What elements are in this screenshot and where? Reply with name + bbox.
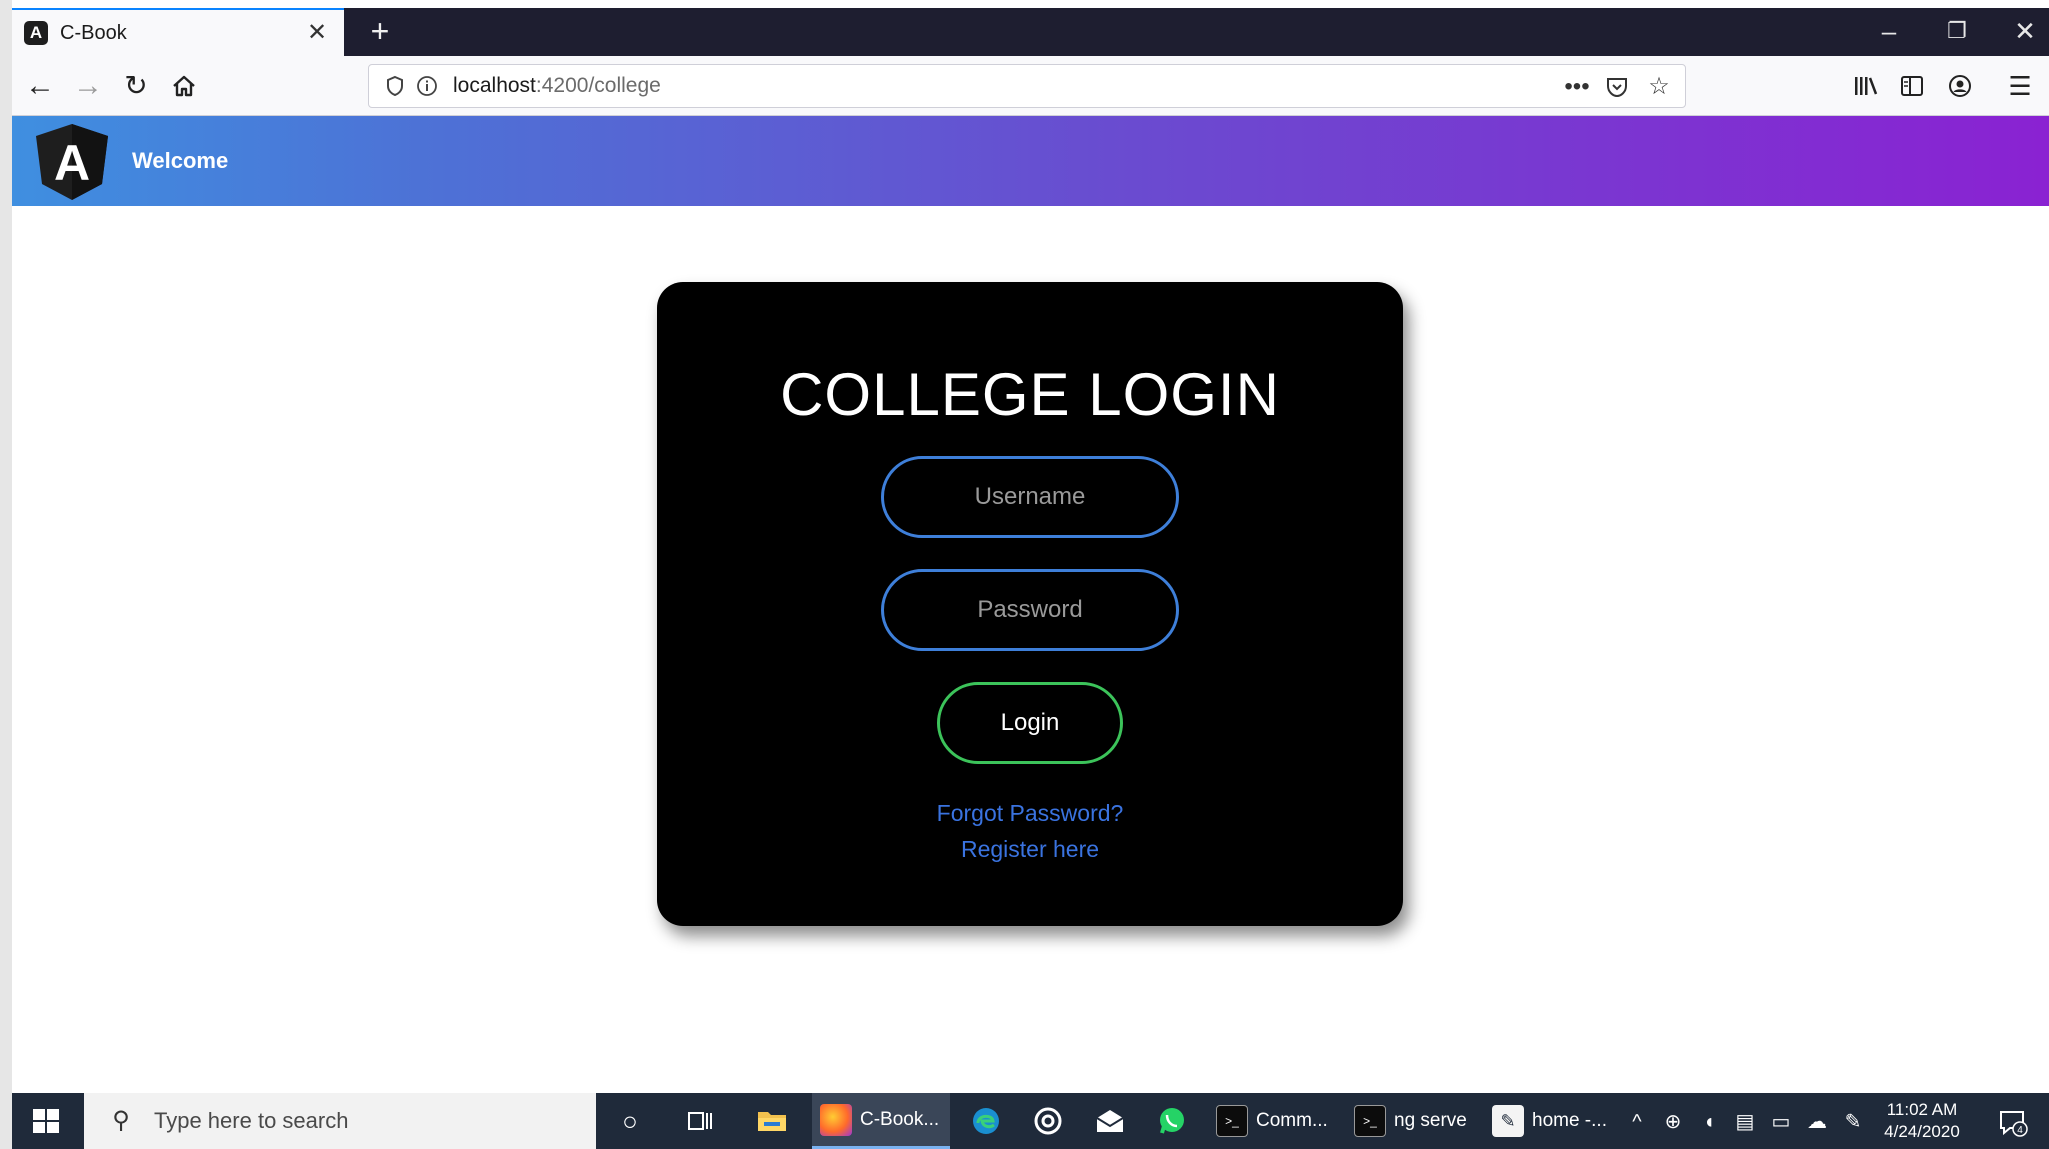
library-icon[interactable] bbox=[1848, 68, 1884, 104]
bookmark-star-icon[interactable]: ☆ bbox=[1643, 71, 1675, 103]
new-tab-icon[interactable]: + bbox=[362, 14, 398, 50]
close-window-icon[interactable]: ✕ bbox=[2005, 14, 2045, 50]
more-actions-icon[interactable]: ••• bbox=[1561, 71, 1593, 103]
firefox-icon bbox=[820, 1103, 852, 1136]
tab-bar: A C-Book ✕ + – ❐ ✕ bbox=[12, 8, 2049, 56]
back-arrow-icon[interactable]: ← bbox=[20, 66, 60, 106]
reload-icon[interactable]: ↻ bbox=[116, 66, 156, 106]
tab-title: C-Book bbox=[60, 21, 127, 44]
taskbar-command-prompt[interactable]: >_ Comm... bbox=[1208, 1093, 1338, 1149]
account-icon[interactable] bbox=[1942, 68, 1978, 104]
taskbar-ng-serve[interactable]: >_ ng serve bbox=[1346, 1093, 1476, 1149]
close-tab-icon[interactable]: ✕ bbox=[304, 20, 330, 46]
windows-taskbar: ⚲ Type here to search ○ C-Book... >_ Com… bbox=[12, 1093, 2049, 1149]
terminal-icon: >_ bbox=[1354, 1105, 1386, 1137]
minimize-icon[interactable]: – bbox=[1869, 14, 1909, 50]
file-explorer-icon[interactable] bbox=[754, 1103, 790, 1139]
paint-icon: ✎ bbox=[1492, 1105, 1524, 1137]
task-view-icon[interactable] bbox=[682, 1103, 718, 1139]
chrome-like-icon[interactable] bbox=[1030, 1103, 1066, 1139]
taskbar-app-label: C-Book... bbox=[860, 1108, 940, 1130]
window-left-edge bbox=[0, 0, 12, 1149]
search-placeholder: Type here to search bbox=[154, 1108, 349, 1133]
shield-icon[interactable] bbox=[381, 72, 409, 100]
edge-icon[interactable] bbox=[968, 1103, 1004, 1139]
terminal-icon: >_ bbox=[1216, 1105, 1248, 1137]
username-input[interactable] bbox=[881, 456, 1179, 538]
angular-favicon-icon: A bbox=[24, 21, 48, 45]
angular-logo-icon[interactable]: A bbox=[34, 122, 110, 202]
register-link[interactable]: Register here bbox=[657, 836, 1403, 863]
taskbar-clock[interactable]: 11:02 AM 4/24/2020 bbox=[1872, 1099, 1972, 1143]
login-title: COLLEGE LOGIN bbox=[780, 361, 1280, 428]
navigation-toolbar: ← → ↻ localhost:4200/college ••• ☆ ☰ bbox=[12, 56, 2049, 116]
clock-date: 4/24/2020 bbox=[1884, 1122, 1960, 1141]
forward-arrow-icon[interactable]: → bbox=[68, 66, 108, 106]
pocket-icon[interactable] bbox=[1601, 71, 1633, 103]
url-host: localhost bbox=[453, 74, 536, 97]
whatsapp-icon[interactable] bbox=[1154, 1103, 1190, 1139]
keyboard-icon[interactable]: ▤ bbox=[1732, 1109, 1758, 1135]
taskbar-paint-home[interactable]: ✎ home -... bbox=[1484, 1093, 1624, 1149]
search-icon: ⚲ bbox=[112, 1107, 130, 1134]
taskbar-app-label: Comm... bbox=[1256, 1110, 1328, 1131]
restore-icon[interactable]: ❐ bbox=[1937, 14, 1977, 50]
globe-icon[interactable]: ⊕ bbox=[1660, 1109, 1686, 1135]
volume-icon[interactable]: ◖ bbox=[1696, 1109, 1722, 1135]
hamburger-menu-icon[interactable]: ☰ bbox=[2002, 68, 2038, 104]
cortana-icon[interactable]: ○ bbox=[612, 1103, 648, 1139]
notification-count: 4 bbox=[2017, 1125, 2023, 1136]
logo-letter: A bbox=[54, 135, 90, 191]
forgot-password-link[interactable]: Forgot Password? bbox=[657, 800, 1403, 827]
taskbar-firefox-cbook[interactable]: C-Book... bbox=[812, 1093, 950, 1149]
sidebar-icon[interactable] bbox=[1894, 68, 1930, 104]
url-path: :4200/college bbox=[535, 74, 661, 97]
home-icon[interactable] bbox=[164, 66, 204, 106]
chevron-up-icon[interactable]: ^ bbox=[1624, 1109, 1650, 1135]
url-text: localhost:4200/college bbox=[453, 74, 661, 98]
taskbar-app-label: home -... bbox=[1532, 1110, 1607, 1131]
taskbar-app-label: ng serve bbox=[1394, 1110, 1467, 1131]
mail-icon[interactable] bbox=[1092, 1103, 1128, 1139]
info-icon[interactable] bbox=[413, 72, 441, 100]
windows-start-icon[interactable] bbox=[30, 1105, 62, 1137]
app-header: A Welcome bbox=[12, 116, 2049, 206]
notifications-icon[interactable]: 4 bbox=[1996, 1109, 2030, 1137]
pen-icon[interactable]: ✎ bbox=[1840, 1109, 1866, 1135]
battery-icon[interactable]: ▭ bbox=[1768, 1109, 1794, 1135]
login-button[interactable]: Login bbox=[937, 682, 1123, 764]
browser-window: A C-Book ✕ + – ❐ ✕ ← → ↻ localhost:4200/… bbox=[0, 0, 2049, 1149]
taskbar-search-box[interactable]: ⚲ Type here to search bbox=[84, 1093, 596, 1149]
welcome-label[interactable]: Welcome bbox=[132, 148, 228, 174]
password-input[interactable] bbox=[881, 569, 1179, 651]
clock-time: 11:02 AM bbox=[1886, 1100, 1958, 1119]
cloud-icon[interactable]: ☁ bbox=[1804, 1109, 1830, 1135]
browser-tab[interactable]: A C-Book ✕ bbox=[12, 8, 344, 56]
login-card: COLLEGE LOGIN Login Forgot Password? Reg… bbox=[657, 282, 1403, 926]
address-bar[interactable]: localhost:4200/college ••• ☆ bbox=[368, 64, 1686, 108]
